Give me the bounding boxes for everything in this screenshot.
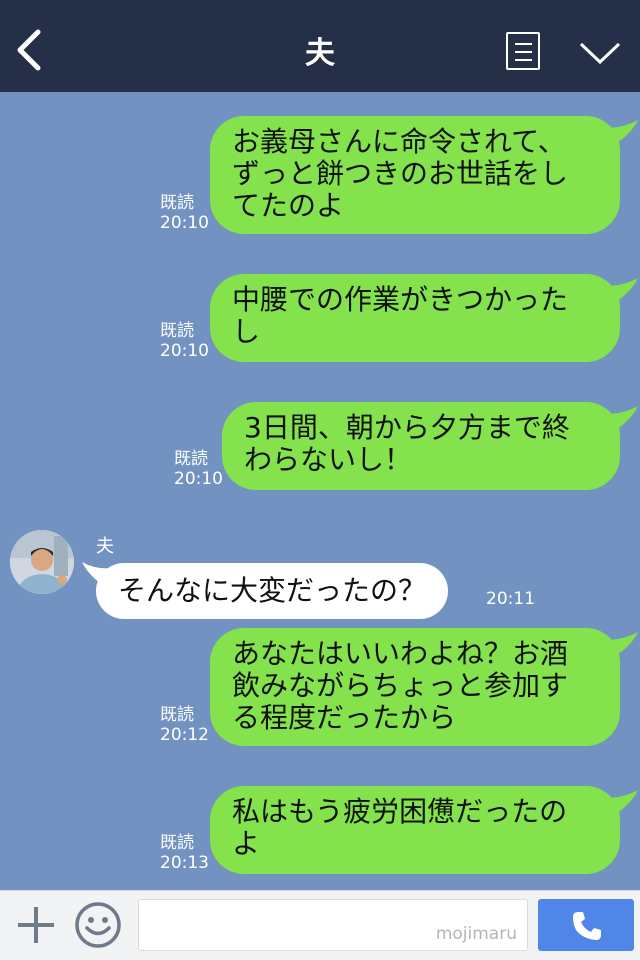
read-label: 既読 xyxy=(160,193,194,213)
chat-header: 夫 xyxy=(0,0,640,92)
bubble-tail xyxy=(604,790,638,816)
read-label: 既読 xyxy=(160,705,194,725)
friend-name: 夫 xyxy=(96,536,114,557)
message-time: 20:10 xyxy=(160,213,209,233)
bubble-tail xyxy=(604,632,638,658)
message-line: あなたはいいわよね？お酒 xyxy=(232,637,569,670)
avatar-photo xyxy=(10,530,74,594)
bubble-tail xyxy=(604,278,638,304)
friend-avatar[interactable] xyxy=(10,530,74,594)
message-line: 私はもう疲労困憊だったの xyxy=(232,795,568,828)
message-line: る程度だったから xyxy=(232,701,457,734)
message-line: 中腰での作業がきつかった xyxy=(232,283,569,316)
read-receipt: 既読 20:13 xyxy=(160,833,209,873)
read-receipt: 既読 20:12 xyxy=(160,705,209,745)
friend-message-bubble[interactable]: そんなに大変だったの？ xyxy=(96,563,449,619)
message-bubble[interactable]: 3日間、朝から夕方まで終 わらないし！ xyxy=(222,402,620,490)
read-receipt: 既読 20:10 xyxy=(160,321,209,361)
read-label: 既読 xyxy=(174,449,208,469)
watermark-text: mojimaru xyxy=(435,924,517,944)
input-bar: mojimaru xyxy=(0,890,640,960)
message-bubble[interactable]: お義母さんに命令されて、 ずっと餅つきのお世話をし てたのよ xyxy=(210,116,620,234)
message-line: ずっと餅つきのお世話をし xyxy=(232,157,569,190)
message-bubble[interactable]: 私はもう疲労困憊だったの よ xyxy=(210,786,620,874)
chevron-down-icon[interactable] xyxy=(578,38,622,68)
message-bubble[interactable]: 中腰での作業がきつかった し xyxy=(210,274,620,362)
message-line: 3日間、朝から夕方まで終 xyxy=(244,411,570,444)
read-label: 既読 xyxy=(160,833,194,853)
plus-icon[interactable] xyxy=(14,903,58,947)
emoji-icon[interactable] xyxy=(74,901,122,949)
message-line: 飲みながらちょっと参加す xyxy=(232,669,569,702)
read-receipt: 既読 20:10 xyxy=(174,449,223,489)
call-button[interactable] xyxy=(538,899,634,951)
bubble-tail xyxy=(604,120,638,146)
message-line: よ xyxy=(232,827,261,860)
message-line: お義母さんに命令されて、 xyxy=(232,125,566,158)
message-line: てたのよ xyxy=(232,189,345,222)
message-time: 20:13 xyxy=(160,853,209,873)
phone-icon xyxy=(573,912,601,940)
read-receipt: 既読 20:10 xyxy=(160,193,209,233)
read-label: 既読 xyxy=(160,321,194,341)
message-time: 20:10 xyxy=(174,469,223,489)
chat-title: 夫 xyxy=(305,36,335,71)
message-time: 20:11 xyxy=(486,589,535,609)
message-text: そんなに大変だったの？ xyxy=(118,574,427,607)
message-line: わらないし！ xyxy=(244,443,413,476)
chat-area[interactable]: 既読 20:10 お義母さんに命令されて、 ずっと餅つきのお世話をし てたのよ … xyxy=(0,92,640,890)
message-input[interactable]: mojimaru xyxy=(138,899,528,951)
message-time: 20:10 xyxy=(160,341,209,361)
message-line: し xyxy=(232,315,261,348)
notes-menu-icon[interactable] xyxy=(506,32,540,70)
message-time: 20:12 xyxy=(160,725,209,745)
bubble-tail xyxy=(604,406,638,432)
message-bubble[interactable]: あなたはいいわよね？お酒 飲みながらちょっと参加す る程度だったから xyxy=(210,628,620,746)
